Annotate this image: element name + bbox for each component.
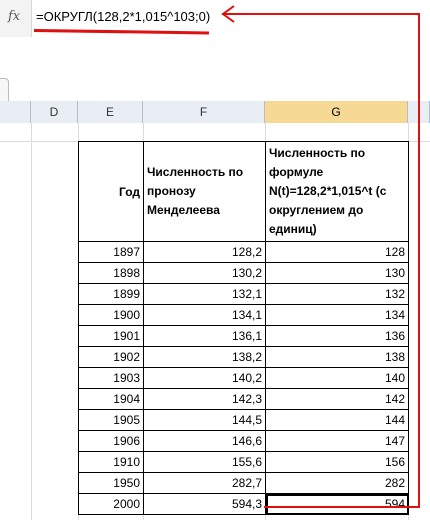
cell-formula[interactable]: 138 [265,346,409,368]
table-row: 2000 594,3 594 [78,493,409,515]
cell-mendeleev[interactable]: 140,2 [143,367,266,389]
header-mendeleev-forecast[interactable]: Численность по пронозу Менделеева [143,141,266,242]
function-icon: fx [8,9,21,24]
table-row: 1897 128,2 128 [78,241,409,263]
cell-mendeleev[interactable]: 155,6 [143,451,266,473]
column-header-g[interactable]: G [265,101,408,123]
cell-mendeleev[interactable]: 138,2 [143,346,266,368]
cell-year[interactable]: 2000 [78,493,144,515]
cell-formula[interactable]: 134 [265,304,409,326]
cell-year[interactable]: 1902 [78,346,144,368]
header-year[interactable]: Год [78,141,144,242]
cell-mendeleev[interactable]: 144,5 [143,409,266,431]
sheet-tab[interactable] [0,78,9,101]
column-header-f[interactable]: F [143,101,265,123]
cell-mendeleev[interactable]: 128,2 [143,241,266,263]
formula-input[interactable]: =ОКРУГЛ(128,2*1,015^103;0) [36,9,210,24]
column-header-e[interactable]: E [78,101,143,123]
cell-year[interactable]: 1950 [78,472,144,494]
cell-mendeleev[interactable]: 130,2 [143,262,266,284]
cell-mendeleev[interactable]: 132,1 [143,283,266,305]
header-formula-population[interactable]: Численность по формуле N(t)=128,2*1,015^… [265,141,409,242]
cell-formula[interactable]: 282 [265,472,409,494]
column-header-d[interactable]: D [31,101,78,123]
table-row: 1901 136,1 136 [78,325,409,347]
cell-formula[interactable]: 147 [265,430,409,452]
cell-formula[interactable]: 130 [265,262,409,284]
row-header-corner[interactable] [0,101,31,123]
table-header-row: Год Численность по пронозу Менделеева Чи… [78,141,409,242]
cell-formula[interactable]: 594 [265,493,409,515]
cell-formula[interactable]: 140 [265,367,409,389]
cell-year[interactable]: 1899 [78,283,144,305]
cell-formula[interactable]: 142 [265,388,409,410]
table-row: 1902 138,2 138 [78,346,409,368]
column-header-row: D E F G [0,101,430,124]
cell-year[interactable]: 1903 [78,367,144,389]
cell-year[interactable]: 1901 [78,325,144,347]
cell-year[interactable]: 1898 [78,262,144,284]
cell-mendeleev[interactable]: 134,1 [143,304,266,326]
cell-mendeleev[interactable]: 142,3 [143,388,266,410]
table-row: 1906 146,6 147 [78,430,409,452]
table-row: 1899 132,1 132 [78,283,409,305]
ribbon-strip [0,68,430,102]
table-row: 1905 144,5 144 [78,409,409,431]
cell-mendeleev[interactable]: 282,7 [143,472,266,494]
cell-year[interactable]: 1900 [78,304,144,326]
cell-formula[interactable]: 136 [265,325,409,347]
data-table: Год Численность по пронозу Менделеева Чи… [78,141,409,515]
table-row: 1950 282,7 282 [78,472,409,494]
cell-year[interactable]: 1910 [78,451,144,473]
table-row: 1910 155,6 156 [78,451,409,473]
cell-formula[interactable]: 128 [265,241,409,263]
cell-year[interactable]: 1897 [78,241,144,263]
formula-bar: fx =ОКРУГЛ(128,2*1,015^103;0) [0,0,430,69]
table-row: 1898 130,2 130 [78,262,409,284]
cell-year[interactable]: 1904 [78,388,144,410]
fx-button[interactable]: fx [0,0,32,37]
cell-year[interactable]: 1905 [78,409,144,431]
table-row: 1900 134,1 134 [78,304,409,326]
cell-mendeleev[interactable]: 146,6 [143,430,266,452]
cell-formula[interactable]: 144 [265,409,409,431]
cell-year[interactable]: 1906 [78,430,144,452]
table-row: 1903 140,2 140 [78,367,409,389]
cell-formula[interactable]: 156 [265,451,409,473]
cell-mendeleev[interactable]: 136,1 [143,325,266,347]
table-row: 1904 142,3 142 [78,388,409,410]
cell-mendeleev[interactable]: 594,3 [143,493,266,515]
formula-bar-border [31,37,430,69]
formula-underline-annotation [33,29,210,35]
cell-formula[interactable]: 132 [265,283,409,305]
arrowhead-icon [221,5,235,23]
